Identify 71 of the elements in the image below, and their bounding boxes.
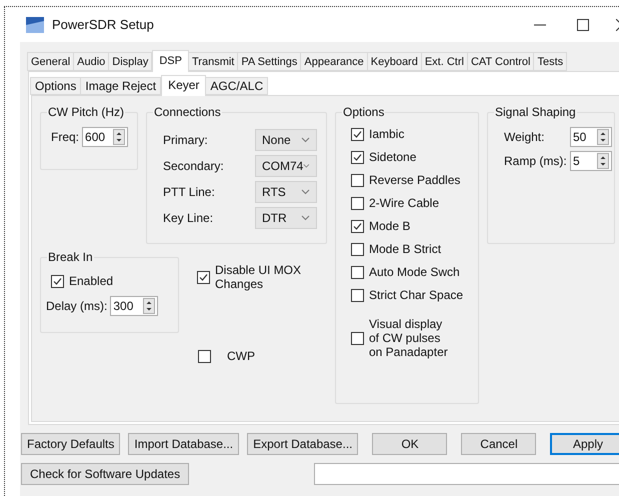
number-spinner[interactable]: 50 [570, 127, 612, 147]
update-button[interactable]: Check for Software Updates [21, 463, 190, 485]
tab[interactable]: Display [108, 52, 152, 71]
tab[interactable]: Tests [533, 52, 568, 71]
tab[interactable]: Audio [73, 52, 110, 71]
dialog-button[interactable]: OK [372, 433, 448, 455]
tab[interactable]: DSP [152, 50, 189, 72]
chevron-down-icon [301, 137, 310, 143]
spin-arrows-icon [113, 129, 126, 145]
checkbox[interactable]: Mode B Strict [351, 242, 478, 256]
dialog-button[interactable]: Export Database... [247, 433, 358, 455]
field-label: PTT Line: [163, 184, 216, 201]
group-title: Options [342, 105, 386, 119]
check-icon [352, 220, 363, 232]
check-icon [52, 276, 63, 286]
field-label: Ramp (ms): [504, 153, 568, 170]
field-label: Primary: [163, 132, 209, 149]
chevron-down-icon [303, 163, 310, 169]
checkbox[interactable]: Iambic [351, 127, 478, 141]
number-spinner[interactable]: 300 [110, 296, 158, 316]
chevron-down-icon [301, 215, 310, 221]
chevron-down-icon [301, 189, 310, 195]
checkbox[interactable]: Reverse Paddles [351, 173, 478, 187]
tab[interactable]: General [27, 52, 74, 71]
group-title: Signal Shaping [494, 105, 577, 119]
checkbox[interactable]: 2-Wire Cable [351, 196, 478, 210]
dialog-button[interactable]: Factory Defaults [21, 433, 120, 455]
field-label: Secondary: [163, 158, 225, 175]
tab[interactable]: Ext. Ctrl [420, 52, 468, 71]
checkbox[interactable]: Visual display of CW pulses on Panadapter [351, 317, 478, 359]
tab[interactable]: CAT Control [466, 52, 534, 71]
field-label: Key Line: [163, 210, 214, 227]
dialog-button[interactable]: Import Database... [128, 433, 240, 455]
tab[interactable]: Keyboard [366, 52, 422, 71]
number-spinner[interactable]: 600 [82, 127, 128, 147]
freq-label: Freq: [51, 129, 80, 146]
maximize-icon[interactable] [577, 19, 589, 31]
tab[interactable]: PA Settings [237, 52, 302, 71]
dropdown[interactable]: COM74 [255, 155, 317, 177]
check-icon [352, 128, 363, 140]
dropdown[interactable]: RTS [255, 181, 317, 203]
spin-arrows-icon [597, 129, 609, 145]
app-icon [26, 17, 44, 33]
checkbox[interactable]: CWP [198, 347, 327, 365]
field-label: Weight: [504, 129, 546, 146]
tab[interactable]: Options [30, 77, 82, 95]
window-title: PowerSDR Setup [52, 16, 154, 34]
tab[interactable]: Keyer [161, 75, 206, 96]
check-icon [352, 152, 363, 162]
group-title: Break In [47, 250, 94, 264]
tab[interactable]: Appearance [300, 52, 368, 71]
checkbox[interactable]: Mode B [351, 219, 478, 233]
spin-arrows-icon [143, 298, 156, 314]
dropdown[interactable]: None [255, 129, 317, 151]
number-spinner[interactable]: 5 [570, 151, 612, 171]
checkbox[interactable]: Strict Char Space [351, 288, 478, 302]
tab[interactable]: AGC/ALC [205, 77, 268, 95]
dialog-button[interactable]: Apply [550, 433, 619, 455]
spin-arrows-icon [597, 153, 609, 169]
dialog-button[interactable]: Cancel [461, 433, 536, 455]
dropdown[interactable]: DTR [255, 207, 317, 229]
checkbox[interactable]: Enabled [51, 272, 178, 290]
checkbox[interactable]: Sidetone [351, 150, 478, 164]
delay-label: Delay (ms): [46, 298, 108, 315]
checkbox[interactable]: Auto Mode Swch [351, 265, 478, 279]
group-title: CW Pitch (Hz) [47, 105, 125, 119]
checkbox[interactable]: Disable UI MOX Changes [197, 263, 302, 291]
tab[interactable]: Transmit [188, 52, 238, 71]
tab[interactable]: Image Reject [80, 77, 162, 95]
group-title: Connections [153, 105, 222, 119]
check-icon [198, 272, 209, 282]
